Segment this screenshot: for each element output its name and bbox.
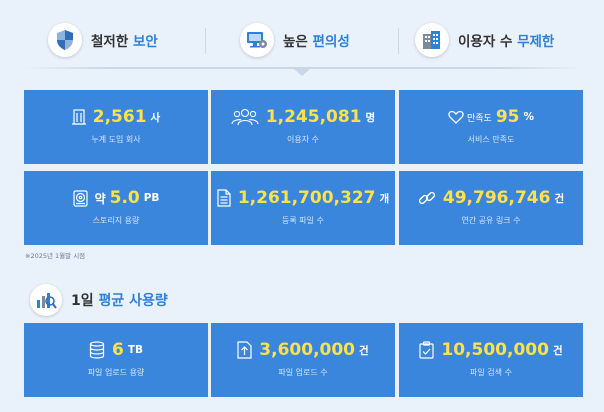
stat-prefix: 만족도: [466, 113, 492, 124]
analytics-icon: [30, 284, 62, 316]
daily-unit: 건: [359, 344, 369, 357]
building-icon: [71, 109, 86, 125]
daily-card-search-count: 10,500,000 건 파일 검색 수: [399, 323, 583, 397]
feature-unlimited-users: 이용자 수 무제한: [415, 22, 554, 58]
stat-caption: 스토리지 용량: [92, 216, 140, 225]
stat-prefix: 약: [94, 191, 106, 206]
stat-caption: 연간 공유 링크 수: [461, 216, 521, 225]
stat-card-satisfaction: 만족도 95 % 서비스 만족도: [399, 90, 583, 164]
stat-card-files: 1,261,700,327 개 등록 파일 수: [211, 171, 395, 245]
daily-value: 6: [111, 340, 124, 360]
stat-value: 95: [495, 107, 520, 127]
stat-card-users: 1,245,081 명 이용자 수: [211, 90, 395, 164]
stat-caption: 서비스 만족도: [467, 135, 515, 144]
daily-value: 3,600,000: [259, 340, 356, 360]
stat-unit: PB: [143, 192, 160, 204]
stat-unit: 개: [379, 192, 390, 205]
heart-icon: [448, 110, 464, 124]
stat-unit: 명: [365, 111, 376, 124]
shield-icon: [48, 23, 82, 57]
daily-caption: 파일 업로드 수: [278, 368, 328, 377]
daily-card-upload-count: 3,600,000 건 파일 업로드 수: [211, 323, 395, 397]
feature-unlimited-label: 이용자 수 무제한: [458, 34, 555, 50]
daily-card-upload-size: 6 TB 파일 업로드 용량: [24, 323, 208, 397]
stat-card-storage: 약 5.0 PB 스토리지 용량: [24, 171, 208, 245]
file-icon: [217, 189, 231, 207]
daily-value: 10,500,000: [441, 340, 549, 360]
feature-security: 철저한 보안: [48, 22, 158, 58]
stat-caption: 이용자 수: [287, 135, 319, 144]
file-check-icon: [419, 341, 434, 359]
stat-value: 2,561: [92, 107, 147, 127]
section-title-plain: 1일: [71, 293, 94, 309]
daily-caption: 파일 검색 수: [470, 368, 512, 377]
stat-value: 5.0: [109, 188, 140, 208]
divider: [205, 28, 206, 54]
daily-unit: TB: [127, 344, 143, 356]
daily-caption: 파일 업로드 용량: [87, 368, 145, 377]
daily-unit: 건: [552, 344, 563, 357]
stat-value: 49,796,746: [442, 188, 551, 208]
feature-security-label: 철저한 보안: [91, 34, 158, 50]
stat-caption: 등록 파일 수: [282, 216, 324, 225]
users-icon: [231, 108, 259, 126]
storage-icon: [72, 189, 88, 207]
stat-card-links: 49,796,746 건 연간 공유 링크 수: [399, 171, 583, 245]
stat-value: 1,245,081: [265, 107, 362, 127]
link-icon: [418, 189, 436, 207]
section-title: 1일 평균 사용량: [30, 284, 168, 316]
stat-unit: 사: [150, 111, 161, 124]
stat-caption: 누계 도입 회사: [91, 135, 141, 144]
stat-unit: %: [523, 111, 535, 123]
stat-card-companies: 2,561 사 누계 도입 회사: [24, 90, 208, 164]
separator-arrow: [294, 69, 310, 76]
stat-unit: 건: [554, 192, 565, 205]
divider: [398, 28, 399, 54]
footnote: ※2025년 1월말 시점: [25, 252, 86, 260]
feature-convenience-label: 높은 편의성: [283, 34, 350, 50]
section-title-highlight: 평균 사용량: [98, 293, 168, 309]
feature-convenience: 높은 편의성: [240, 22, 350, 58]
upload-icon: [237, 341, 252, 359]
database-icon: [89, 341, 105, 359]
monitor-gear-icon: [240, 23, 274, 57]
stat-value: 1,261,700,327: [237, 188, 376, 208]
buildings-icon: [415, 23, 449, 57]
